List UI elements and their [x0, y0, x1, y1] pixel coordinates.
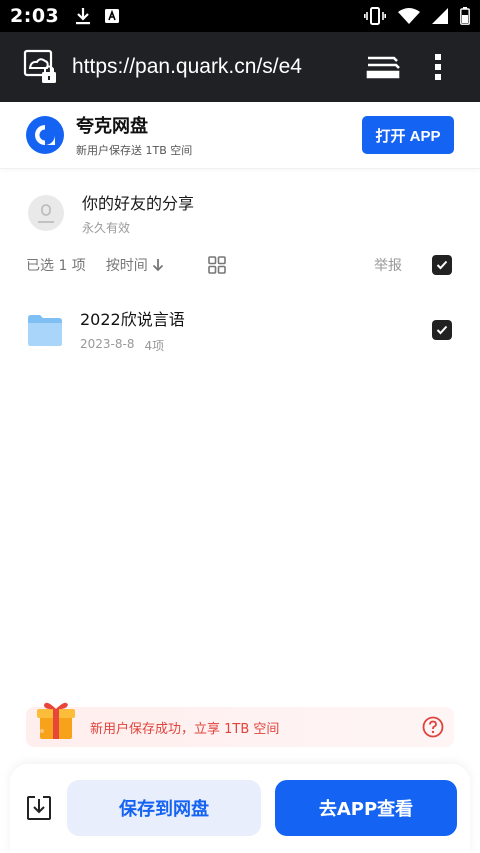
app-notification-icon	[105, 9, 120, 23]
bottom-action-bar: 保存到网盘 去APP查看	[10, 764, 470, 853]
more-menu-icon[interactable]	[434, 53, 442, 81]
sort-label: 按时间	[105, 258, 148, 274]
arrow-down-icon	[152, 259, 163, 272]
check-icon	[436, 260, 448, 270]
avatar	[28, 195, 64, 231]
file-checkbox[interactable]	[432, 320, 452, 340]
selection-count: 已选 1 项	[26, 258, 86, 274]
app-subtitle: 新用户保存送 1TB 空间	[76, 144, 193, 157]
share-validity: 永久有效	[82, 221, 131, 235]
report-link[interactable]: 举报	[374, 255, 402, 275]
file-toolbar: 已选 1 项 按时间 举报	[26, 254, 452, 276]
browser-url-bar: https://pan.quark.cn/s/e4	[0, 32, 480, 102]
download-icon[interactable]	[26, 795, 52, 821]
status-system-icons	[364, 7, 470, 25]
folder-icon	[28, 315, 62, 346]
check-icon	[436, 325, 448, 335]
new-user-promo: 新用户保存成功，立享 1TB 空间	[26, 702, 454, 747]
file-row[interactable]: 2022欣说言语 2023-8-8 4项	[26, 304, 452, 356]
url-text[interactable]: https://pan.quark.cn/s/e4	[72, 55, 348, 79]
user-icon	[38, 204, 54, 223]
battery-icon	[460, 7, 470, 25]
gift-icon	[37, 702, 75, 739]
app-info: 夸克网盘 新用户保存送 1TB 空间	[76, 112, 192, 158]
status-notification-icons	[75, 7, 120, 25]
file-item-count: 4项	[144, 339, 165, 353]
grid-view-icon[interactable]	[208, 256, 226, 274]
share-header: 你的好友的分享 永久有效	[28, 190, 194, 236]
app-download-banner: 夸克网盘 新用户保存送 1TB 空间 打开 APP	[0, 102, 480, 168]
banner-divider	[0, 168, 480, 169]
quark-logo-icon	[26, 116, 64, 154]
status-time: 2:03	[10, 5, 60, 27]
file-info: 2022欣说言语 2023-8-8 4项	[80, 306, 185, 354]
tabs-icon[interactable]	[366, 55, 400, 79]
file-meta: 2023-8-8 4项	[80, 337, 185, 354]
file-date: 2023-8-8	[80, 337, 135, 351]
share-text: 你的好友的分享 永久有效	[82, 190, 194, 236]
open-app-button[interactable]: 打开 APP	[362, 116, 454, 154]
wifi-icon	[398, 7, 420, 24]
save-to-drive-button[interactable]: 保存到网盘	[67, 780, 261, 836]
promo-text: 新用户保存成功，立享 1TB 空间	[90, 721, 280, 737]
select-all-checkbox[interactable]	[432, 255, 452, 275]
file-name: 2022欣说言语	[80, 310, 185, 329]
sort-by-time-button[interactable]: 按时间	[106, 255, 164, 275]
site-security-icon[interactable]	[22, 48, 60, 86]
app-name: 夸克网盘	[76, 116, 148, 137]
view-in-app-button[interactable]: 去APP查看	[275, 780, 457, 836]
signal-icon	[432, 8, 448, 24]
share-title: 你的好友的分享	[82, 194, 195, 213]
status-bar: 2:03	[0, 0, 480, 32]
vibrate-icon	[364, 7, 386, 25]
help-icon[interactable]	[422, 716, 444, 738]
download-notification-icon	[76, 8, 91, 25]
